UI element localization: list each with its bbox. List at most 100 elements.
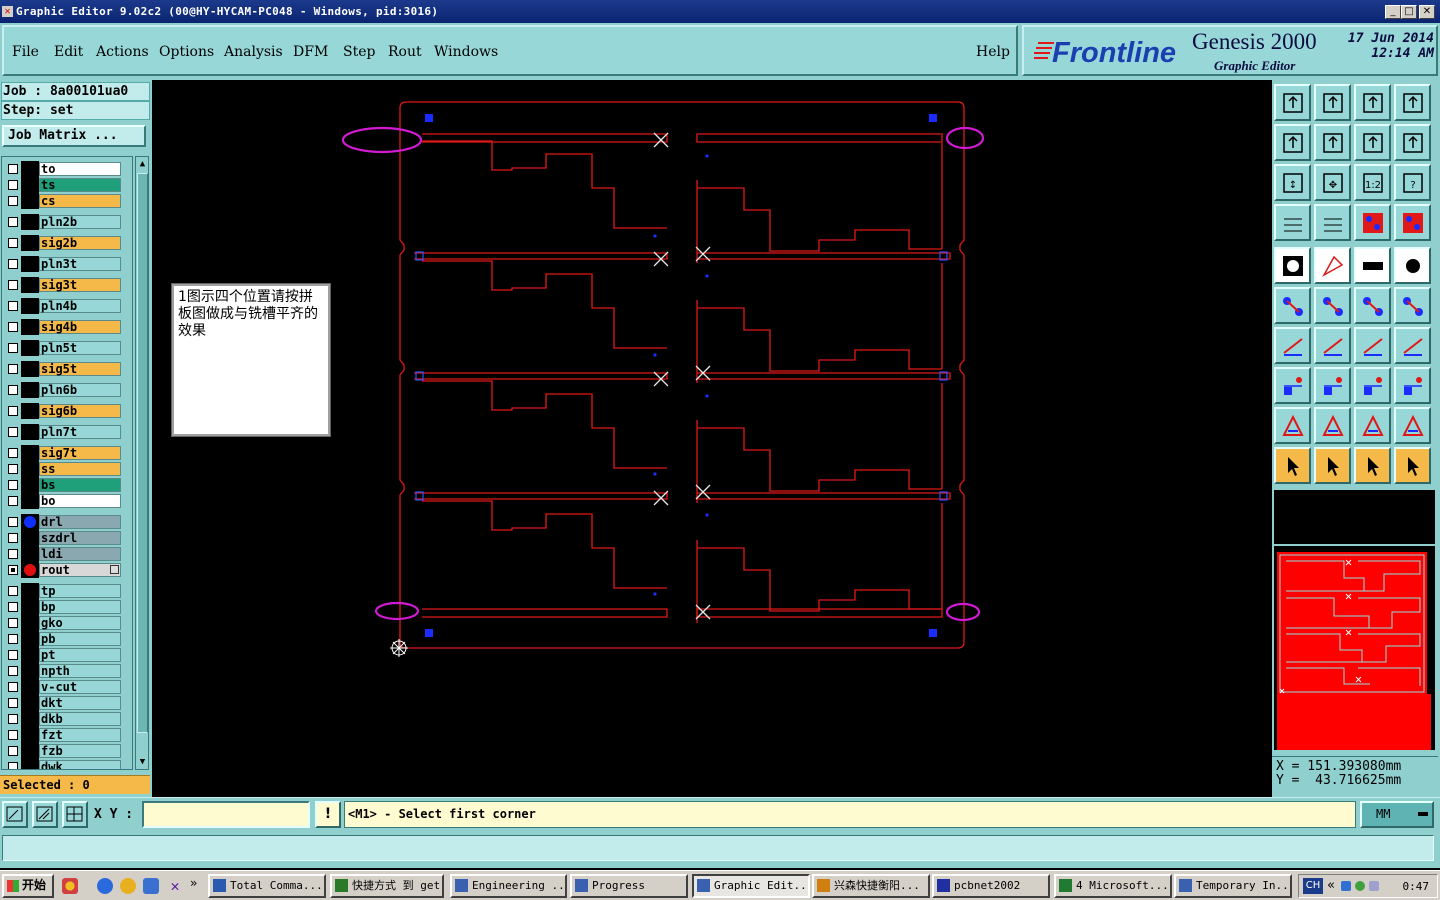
taskbar-task[interactable]: 兴森快捷衡阳... [812,874,930,898]
layer-name[interactable]: sig5t [39,362,121,376]
layer-row-ss[interactable]: ss [2,461,132,477]
menu-analysis[interactable]: Analysis [224,44,283,60]
layer-color-swatch[interactable] [21,695,39,711]
menu-dfm[interactable]: DFM [293,44,328,60]
layer-row-cs[interactable]: cs [2,193,132,209]
layer-checkbox[interactable] [8,448,18,458]
tools-tool-button[interactable] [1274,204,1311,241]
layer-checkbox[interactable] [8,406,18,416]
layer-name[interactable]: fzt [39,728,121,742]
layer-checkbox[interactable] [8,238,18,248]
layer-color-swatch[interactable] [21,663,39,679]
layer-color-swatch[interactable] [21,546,39,562]
graphic-canvas[interactable]: 1图示四个位置请按拼板图做成与铣槽平齐的效果 [152,80,1272,797]
layer-checkbox[interactable] [8,730,18,740]
layer-row-ldi[interactable]: ldi [2,546,132,562]
layer-name[interactable]: ldi [39,547,121,561]
menu-help[interactable]: Help [976,44,1010,60]
layer-name[interactable]: pln7t [39,425,121,439]
layer-row-pln7t[interactable]: pln7t [2,424,132,440]
quicklaunch-ie-icon[interactable] [97,878,113,894]
line-diagonal-tool-button[interactable] [1314,327,1351,364]
layer-color-swatch[interactable] [21,161,39,177]
layer-name[interactable]: pb [39,632,121,646]
fit-vertical-tool-button[interactable]: ↕ [1274,164,1311,201]
scale-1-2-tool-button[interactable]: 1:2 [1354,164,1391,201]
layer-checkbox[interactable] [8,385,18,395]
layer-color-swatch[interactable] [21,193,39,209]
layer-name[interactable]: pln5t [39,341,121,355]
center-tool-button[interactable]: ✥ [1314,164,1351,201]
layer-row-bs[interactable]: bs [2,477,132,493]
layer-color-swatch[interactable] [21,319,39,335]
layer-name[interactable]: sig3t [39,278,121,292]
layer-row-to[interactable]: to [2,161,132,177]
layer-name[interactable]: szdrl [39,531,121,545]
layer-color-swatch[interactable] [21,647,39,663]
scroll-down-icon[interactable]: ▼ [137,756,148,768]
layer-checkbox[interactable] [8,533,18,543]
zoom-area-button[interactable] [2,801,28,828]
layer-name[interactable]: gko [39,616,121,630]
layer-checkbox[interactable] [8,682,18,692]
zoom-fit-tool-button[interactable] [1394,84,1431,121]
layer-name[interactable]: v-cut [39,680,121,694]
layer-name[interactable]: sig2b [39,236,121,250]
tray-network-icon[interactable] [1341,881,1351,891]
layer-name[interactable]: fzb [39,744,121,758]
layer-name[interactable]: pln4b [39,299,121,313]
layer-row-sig4b[interactable]: sig4b [2,319,132,335]
taskbar-task[interactable]: Temporary In... [1174,874,1292,898]
xy-input[interactable] [142,801,310,828]
taskbar-task[interactable]: Total Comma... [208,874,326,898]
layer-color-swatch[interactable] [21,235,39,251]
layer-checkbox[interactable] [8,565,18,575]
panel-drawing[interactable] [152,80,1272,797]
layer-color-swatch[interactable] [21,759,39,769]
cross-tool-button[interactable] [1314,287,1351,324]
minus-tool-button[interactable] [1314,367,1351,404]
layer-color-swatch[interactable] [21,424,39,440]
tray-volume-icon[interactable] [1369,881,1379,891]
dot-tool-button[interactable] [1394,247,1431,284]
layer-color-swatch[interactable] [21,679,39,695]
line-tool-button[interactable] [1274,327,1311,364]
layer-color-swatch[interactable] [21,361,39,377]
layer-checkbox[interactable] [8,164,18,174]
layer-name[interactable]: pln3t [39,257,121,271]
layer-color-swatch[interactable] [21,727,39,743]
taskbar-task[interactable]: pcbnet2002 [932,874,1050,898]
layer-name[interactable]: sig7t [39,446,121,460]
layer-row-drl[interactable]: drl [2,514,132,530]
layer-row-pln5t[interactable]: pln5t [2,340,132,356]
snap-alt-tool-button[interactable] [1394,204,1431,241]
layer-checkbox[interactable] [8,343,18,353]
layer-name[interactable]: bo [39,494,121,508]
step-out-tool-button[interactable] [1314,124,1351,161]
taskbar-task[interactable]: 快捷方式 到 get [330,874,444,898]
layer-name[interactable]: pln6b [39,383,121,397]
layer-name[interactable]: ts [39,178,121,192]
layer-checkbox[interactable] [8,666,18,676]
layer-checkbox[interactable] [8,217,18,227]
triangle-red-tool-button[interactable] [1274,407,1311,444]
layer-color-swatch[interactable] [21,711,39,727]
layer-color-swatch[interactable] [21,583,39,599]
layer-color-swatch[interactable] [21,445,39,461]
tray-chevron-icon[interactable]: « [1327,878,1335,893]
layer-checkbox[interactable] [8,714,18,724]
layer-name[interactable]: pt [39,648,121,662]
pointer-node-tool-button[interactable] [1394,447,1431,484]
mirror-tool-button[interactable] [1354,124,1391,161]
start-button[interactable]: 开始 [2,874,54,898]
grid-button[interactable] [62,801,88,828]
pad-tool-button[interactable] [1274,247,1311,284]
layer-row-sig5t[interactable]: sig5t [2,361,132,377]
triangle-stretch-tool-button[interactable] [1394,407,1431,444]
layer-color-swatch[interactable] [21,461,39,477]
layer-row-npth[interactable]: npth [2,663,132,679]
grid-tool-button[interactable] [1314,204,1351,241]
layer-row-sig6b[interactable]: sig6b [2,403,132,419]
menu-step[interactable]: Step [343,44,375,60]
layer-checkbox[interactable] [8,586,18,596]
